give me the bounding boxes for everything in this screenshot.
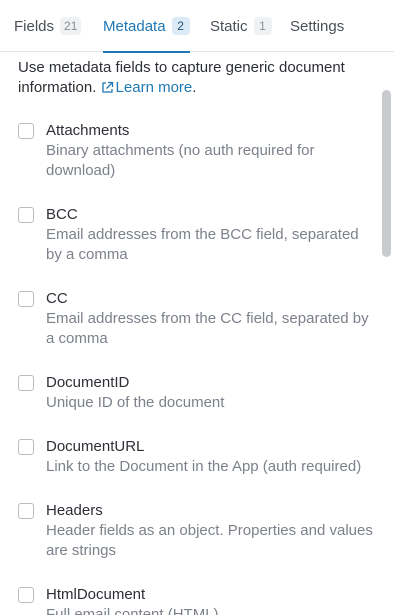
intro-suffix: .: [192, 79, 197, 96]
scrollbar-thumb[interactable]: [382, 90, 391, 257]
tab-metadata-count: 2: [171, 17, 190, 35]
intro-text: Use metadata fields to capture generic d…: [18, 58, 368, 98]
field-name: Headers: [46, 502, 103, 519]
tab-static[interactable]: Static 1: [210, 0, 272, 52]
field-checkbox[interactable]: [18, 123, 34, 139]
tab-fields-count: 21: [60, 17, 82, 35]
tab-static-label: Static: [210, 17, 248, 35]
field-name: BCC: [46, 206, 78, 223]
tab-fields-label: Fields: [14, 17, 55, 35]
tab-static-count: 1: [253, 17, 272, 35]
field-description: Binary attachments (no auth required for…: [46, 142, 315, 179]
field-description: Email addresses from the BCC field, sepa…: [46, 226, 359, 263]
tab-bar: Fields 21 Metadata 2 Static 1 Settings: [0, 0, 394, 53]
field-description: Email addresses from the CC field, separ…: [46, 310, 369, 347]
field-name: DocumentID: [46, 374, 130, 391]
field-description: Link to the Document in the App (auth re…: [46, 458, 362, 475]
field-checkbox[interactable]: [18, 439, 34, 455]
field-name: HtmlDocument: [46, 586, 146, 603]
field-description: Unique ID of the document: [46, 394, 225, 411]
tab-metadata[interactable]: Metadata 2: [103, 0, 190, 53]
field-list-container: Use metadata fields to capture generic d…: [0, 53, 398, 615]
field-checkbox[interactable]: [18, 503, 34, 519]
external-link-icon: [101, 81, 113, 93]
field-checkbox[interactable]: [18, 375, 34, 391]
learn-more-label: Learn more: [115, 79, 193, 96]
metadata-panel: Fields 21 Metadata 2 Static 1 Settings U…: [0, 0, 398, 615]
learn-more-link[interactable]: Learn more: [101, 79, 193, 96]
field-name: DocumentURL: [46, 438, 145, 455]
tab-settings-label: Settings: [290, 17, 345, 35]
field-description: Full email content (HTML): [46, 606, 219, 615]
tab-settings[interactable]: Settings: [290, 0, 344, 52]
tab-metadata-label: Metadata: [103, 17, 166, 35]
field-checkbox[interactable]: [18, 207, 34, 223]
tab-fields[interactable]: Fields 21: [14, 0, 82, 52]
field-checkbox[interactable]: [18, 587, 34, 603]
field-name: Attachments: [46, 122, 130, 139]
field-description: Header fields as an object. Properties a…: [46, 522, 373, 559]
field-name: CC: [46, 290, 68, 307]
field-checkbox[interactable]: [18, 291, 34, 307]
